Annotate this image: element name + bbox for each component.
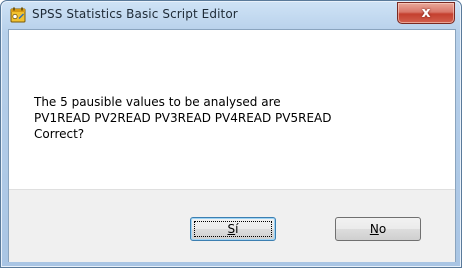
no-button[interactable]: No	[335, 217, 421, 241]
window-title: SPSS Statistics Basic Script Editor	[32, 7, 238, 21]
no-button-label: No	[370, 222, 386, 236]
message-line-2: PV1READ PV2READ PV3READ PV4READ PV5READ	[34, 111, 332, 125]
yes-button[interactable]: Sí	[190, 217, 276, 241]
message-text: The 5 pausible values to be analysed are…	[34, 94, 434, 142]
spss-script-icon	[10, 7, 26, 23]
no-mnemonic: N	[369, 222, 379, 236]
close-icon: x	[421, 5, 431, 21]
dialog-window: SPSS Statistics Basic Script Editor x Th…	[0, 0, 462, 268]
close-button[interactable]: x	[397, 2, 455, 24]
message-line-1: The 5 pausible values to be analysed are	[34, 95, 281, 109]
message-line-3: Correct?	[34, 127, 85, 141]
button-bar: Sí No	[9, 189, 455, 262]
no-label-rest: o	[378, 222, 387, 236]
focus-rectangle	[194, 221, 272, 237]
title-bar[interactable]: SPSS Statistics Basic Script Editor x	[1, 1, 461, 29]
dialog-content: The 5 pausible values to be analysed are…	[8, 29, 456, 262]
